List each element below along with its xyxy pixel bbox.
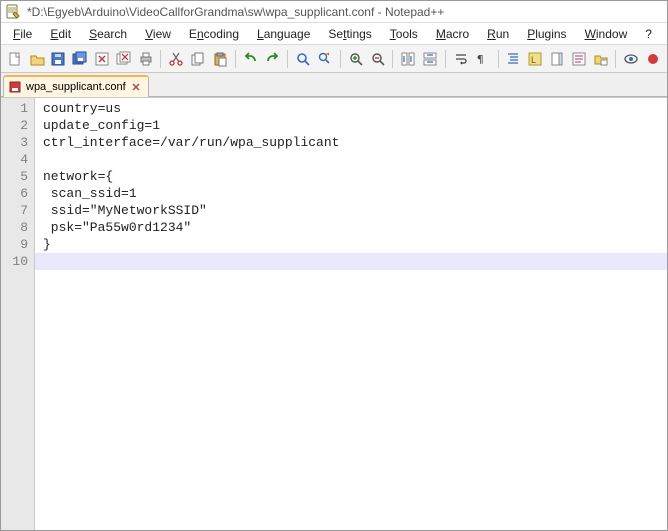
menu-language[interactable]: LanguageLanguage [249, 25, 318, 43]
line-number: 1 [11, 100, 28, 117]
line-number: 8 [11, 219, 28, 236]
record-icon[interactable] [643, 49, 663, 69]
folder-ws-icon[interactable] [591, 49, 611, 69]
menu-file[interactable]: FileFile [5, 25, 40, 43]
tab-close-button[interactable] [130, 81, 142, 93]
zoom-in-icon[interactable] [346, 49, 366, 69]
toolbar-separator [340, 50, 341, 68]
code-line[interactable]: } [43, 236, 667, 253]
line-number: 10 [11, 253, 28, 270]
menu-plugins[interactable]: PluginsPlugins [519, 25, 574, 43]
svg-text:L: L [531, 55, 536, 65]
wordwrap-icon[interactable] [451, 49, 471, 69]
menu-window[interactable]: WindowWindow [577, 25, 636, 43]
save-icon[interactable] [49, 49, 69, 69]
copy-icon[interactable] [188, 49, 208, 69]
paste-icon[interactable] [210, 49, 230, 69]
code-line[interactable]: ctrl_interface=/var/run/wpa_supplicant [43, 134, 667, 151]
tabbar: wpa_supplicant.conf [1, 73, 667, 97]
editor: 12345678910 country=usupdate_config=1ctr… [1, 97, 667, 530]
tab-label: wpa_supplicant.conf [26, 81, 126, 93]
undo-icon[interactable] [241, 49, 261, 69]
code-line[interactable]: scan_ssid=1 [43, 185, 667, 202]
indent-guide-icon[interactable] [504, 49, 524, 69]
menubar: FileFileEditEditSearchSearchViewViewEnco… [1, 23, 667, 45]
svg-text:¶: ¶ [477, 53, 484, 66]
save-all-icon[interactable] [70, 49, 90, 69]
code-line[interactable]: update_config=1 [43, 117, 667, 134]
close-file-icon[interactable] [92, 49, 112, 69]
func-list-icon[interactable] [569, 49, 589, 69]
line-number: 5 [11, 168, 28, 185]
udl-icon[interactable]: L [525, 49, 545, 69]
toolbar-separator [235, 50, 236, 68]
menu-macro[interactable]: MacroMacro [428, 25, 477, 43]
code-line[interactable]: ssid="MyNetworkSSID" [43, 202, 667, 219]
replace-icon[interactable] [315, 49, 335, 69]
toolbar-separator [498, 50, 499, 68]
code-line[interactable]: network={ [43, 168, 667, 185]
toolbar-separator [445, 50, 446, 68]
toolbar-separator [392, 50, 393, 68]
line-number: 9 [11, 236, 28, 253]
show-all-chars-icon[interactable]: ¶ [473, 49, 493, 69]
toolbar: ¶L [1, 45, 667, 73]
menu-search[interactable]: SearchSearch [81, 25, 135, 43]
menu-view[interactable]: ViewView [137, 25, 179, 43]
code-line[interactable]: psk="Pa55w0rd1234" [43, 219, 667, 236]
redo-icon[interactable] [263, 49, 283, 69]
new-file-icon[interactable] [5, 49, 25, 69]
menu-run[interactable]: RunRun [479, 25, 517, 43]
sync-v-icon[interactable] [398, 49, 418, 69]
toolbar-separator [615, 50, 616, 68]
close-all-icon[interactable] [114, 49, 134, 69]
window-title: *D:\Egyeb\Arduino\VideoCallforGrandma\sw… [27, 5, 444, 19]
toolbar-separator [287, 50, 288, 68]
line-number: 7 [11, 202, 28, 219]
unsaved-indicator-icon [8, 80, 22, 94]
window-titlebar: *D:\Egyeb\Arduino\VideoCallforGrandma\sw… [1, 1, 667, 23]
line-number: 4 [11, 151, 28, 168]
menu-edit[interactable]: EditEdit [42, 25, 79, 43]
line-number: 6 [11, 185, 28, 202]
code-line[interactable]: country=us [43, 100, 667, 117]
code-area[interactable]: country=usupdate_config=1ctrl_interface=… [35, 98, 667, 530]
menu-tools[interactable]: ToolsTools [382, 25, 426, 43]
zoom-out-icon[interactable] [368, 49, 388, 69]
line-number-gutter: 12345678910 [1, 98, 35, 530]
line-number: 3 [11, 134, 28, 151]
toolbar-separator [160, 50, 161, 68]
doc-map-icon[interactable] [547, 49, 567, 69]
menu-encoding[interactable]: EncodingEncoding [181, 25, 247, 43]
find-icon[interactable] [293, 49, 313, 69]
cut-icon[interactable] [166, 49, 186, 69]
sync-h-icon[interactable] [420, 49, 440, 69]
monitoring-icon[interactable] [621, 49, 641, 69]
print-icon[interactable] [136, 49, 156, 69]
code-line[interactable] [35, 253, 667, 270]
line-number: 2 [11, 117, 28, 134]
menu-?[interactable]: ?? [637, 25, 660, 43]
app-icon [5, 4, 21, 20]
menu-settings[interactable]: SettingsSettings [320, 25, 379, 43]
file-tab[interactable]: wpa_supplicant.conf [3, 75, 149, 97]
code-line[interactable] [43, 151, 667, 168]
open-file-icon[interactable] [27, 49, 47, 69]
